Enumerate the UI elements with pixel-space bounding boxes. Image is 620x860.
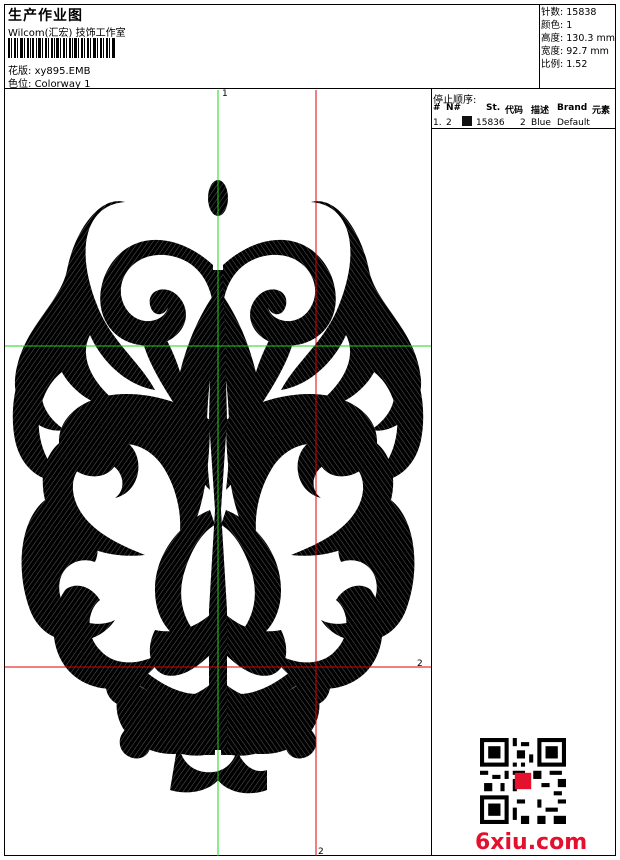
sidebar-divider: [431, 88, 432, 856]
col-header-element: 元素: [592, 106, 611, 116]
col-header-brand: Brand: [557, 103, 588, 113]
stat-width: 宽度: 92.7 mm: [541, 46, 609, 57]
col-header-code: 代码: [505, 106, 524, 116]
embroidery-design-preview: [5, 90, 431, 856]
col-header-description: 描述: [531, 106, 550, 116]
guide-label-1: 1: [222, 89, 228, 99]
row-code: 2: [520, 118, 526, 128]
guide-label-2-vertical: 2: [318, 847, 324, 857]
barcode: [8, 38, 115, 58]
header-divider: [4, 88, 616, 89]
stat-scale: 比例: 1.52: [541, 59, 588, 70]
colorway-value: Colorway 1: [34, 79, 91, 90]
row-needle: 2: [446, 118, 452, 128]
col-header-needle: N#: [446, 103, 462, 113]
watermark-text: 6xiu.com: [475, 830, 588, 855]
watermark-seal-icon: [514, 772, 532, 790]
row-index: 1.: [433, 118, 442, 128]
row-stitches: 15836: [476, 118, 505, 128]
page-title: 生产作业图: [8, 8, 83, 24]
stat-height: 高度: 130.3 mm: [541, 33, 615, 44]
colorway-row: 色位: Colorway 1: [8, 75, 90, 90]
company-name: Wilcom(汇宏) 技饰工作室: [8, 28, 126, 39]
sequence-table-divider: [431, 128, 616, 129]
stat-stitches: 针数: 15838: [541, 7, 597, 18]
qr-code: [480, 738, 566, 824]
stats-divider: [539, 4, 540, 88]
col-header-index: #: [433, 103, 441, 113]
row-description: Blue: [531, 118, 551, 128]
guide-label-2-horizontal: 2: [417, 659, 423, 669]
row-brand: Default: [557, 118, 590, 128]
col-header-stitches: St.: [486, 103, 501, 113]
color-swatch: [462, 116, 472, 126]
stat-colors: 颜色: 1: [541, 20, 573, 31]
colorway-label: 色位:: [8, 79, 32, 90]
stats-panel: 针数: 15838 颜色: 1 高度: 130.3 mm 宽度: 92.7 mm…: [541, 6, 615, 71]
